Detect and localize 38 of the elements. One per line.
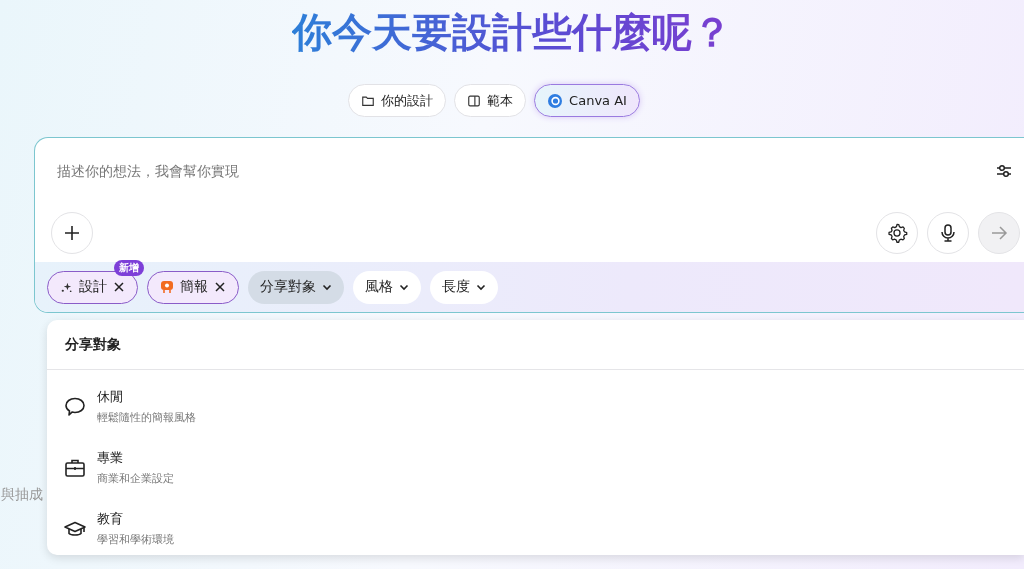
microphone-icon [938, 223, 958, 243]
menu-item[interactable]: 教育 學習和學術環境 [47, 498, 1024, 559]
menu-item-label: 專業 [97, 449, 124, 467]
tab[interactable]: 範本 [454, 84, 527, 117]
sparkle-icon [60, 280, 73, 294]
presentation-icon [160, 280, 174, 294]
dropdown-chip[interactable]: 分享對象 [248, 270, 344, 304]
sliders-icon[interactable] [996, 164, 1012, 178]
dropdown-chip[interactable]: 風格 [353, 270, 421, 304]
tag-chip[interactable]: 簡報 [147, 270, 239, 304]
close-icon[interactable] [214, 281, 226, 293]
menu-item[interactable]: 專業 商業和企業設定 [47, 437, 1024, 498]
prompt-field[interactable]: 描述你的想法，我會幫你實現 [55, 162, 996, 180]
tab[interactable]: Canva AI [534, 84, 640, 117]
tab[interactable]: 你的設計 [348, 84, 447, 117]
settings-button[interactable] [876, 212, 918, 254]
layout-icon [467, 93, 482, 108]
menu-item-description: 學習和學術環境 [97, 532, 174, 547]
plus-icon [63, 224, 81, 242]
caret-icon [476, 283, 486, 291]
background-text: 與抽成 [1, 486, 43, 504]
caret-icon [399, 283, 409, 291]
new-badge: 新增 [114, 259, 144, 276]
menu-item-label: 教育 [97, 510, 124, 528]
logo-icon [547, 92, 564, 109]
menu-item[interactable]: 休閒 輕鬆隨性的簡報風格 [47, 376, 1024, 437]
microphone-button[interactable] [927, 212, 969, 254]
dropdown-chip[interactable]: 長度 [430, 270, 498, 304]
caret-icon [322, 283, 332, 291]
menu-item-label: 休閒 [97, 388, 124, 406]
settings-icon [886, 222, 908, 244]
add-button[interactable] [51, 212, 93, 254]
close-icon[interactable] [113, 281, 125, 293]
arrow-icon [990, 224, 1008, 242]
menu-item-description: 商業和企業設定 [97, 471, 174, 486]
folder-icon [361, 93, 376, 108]
menu-item-description: 輕鬆隨性的簡報風格 [97, 410, 196, 425]
menu-title: 分享對象 [47, 320, 1024, 370]
